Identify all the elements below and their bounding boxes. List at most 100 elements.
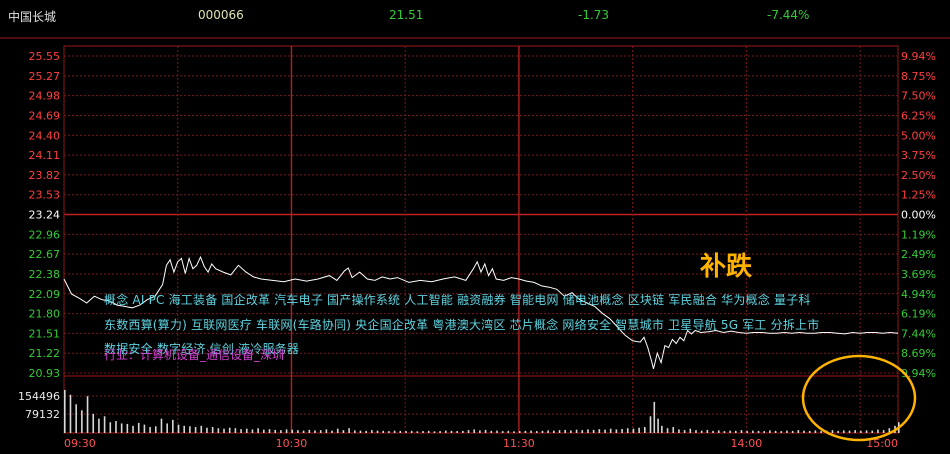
volume-bar	[706, 429, 709, 433]
volume-bar	[780, 431, 783, 433]
volume-bar	[524, 430, 527, 433]
volume-bar	[734, 430, 737, 433]
volume-bar	[860, 430, 862, 433]
volume-bar	[484, 429, 487, 433]
volume-bar	[291, 429, 294, 433]
price-tick-label: 22.67	[29, 248, 61, 261]
annotation-label: 补跌	[700, 252, 753, 282]
volume-bar	[808, 430, 811, 433]
volume-bar	[871, 430, 874, 433]
pct-tick-label: 7.44%	[901, 327, 936, 340]
volume-bar	[86, 396, 89, 433]
chart-background	[0, 0, 950, 454]
volume-bar	[206, 427, 208, 433]
volume-bar	[274, 429, 276, 433]
volume-bar	[444, 430, 447, 433]
pct-tick-label: 5.00%	[901, 129, 936, 142]
volume-bar	[416, 431, 419, 433]
price-tick-label: 25.55	[29, 50, 61, 63]
volume-bar	[797, 430, 800, 433]
price-tick-label: 24.11	[29, 149, 61, 162]
volume-bar	[814, 430, 817, 433]
volume-bar	[240, 429, 242, 433]
volume-bar	[615, 429, 618, 433]
volume-bar	[427, 430, 430, 433]
volume-bar	[644, 427, 646, 433]
volume-bar	[865, 430, 868, 433]
percent-change: -7.44%	[767, 8, 810, 22]
volume-bar	[774, 430, 777, 433]
volume-bar	[399, 430, 402, 433]
volume-bar	[211, 427, 214, 433]
volume-bar	[433, 431, 436, 433]
volume-bar	[64, 389, 66, 433]
time-tick-label: 14:00	[731, 437, 763, 450]
pct-tick-label: 6.19%	[901, 308, 936, 321]
volume-bar	[388, 431, 390, 433]
price-tick-label: 22.38	[29, 268, 61, 281]
volume-bar	[547, 430, 549, 433]
volume-bar	[501, 431, 504, 433]
volume-bar	[570, 430, 572, 433]
volume-bar	[763, 431, 766, 433]
volume-bar	[752, 430, 754, 433]
volume-bar	[331, 430, 333, 433]
volume-bar	[223, 428, 225, 433]
volume-bar	[314, 430, 316, 433]
volume-bar	[183, 425, 186, 433]
volume-bar	[371, 430, 373, 433]
volume-bar	[513, 431, 515, 433]
volume-bar	[746, 431, 748, 433]
volume-bar	[530, 430, 532, 433]
volume-bar	[285, 429, 288, 433]
volume-bar	[69, 394, 72, 433]
volume-bar	[365, 430, 367, 433]
volume-bar	[268, 429, 271, 433]
volume-bar	[553, 430, 555, 433]
volume-bar	[621, 428, 623, 433]
volume-bar	[757, 430, 760, 433]
volume-bar	[228, 427, 231, 433]
volume-bar	[558, 430, 561, 433]
sector-line: 行业：计算机设备_通信设备_深圳	[104, 348, 285, 362]
volume-bar	[382, 430, 385, 433]
volume-bar	[319, 430, 322, 433]
volume-bar	[109, 422, 112, 433]
volume-bar	[882, 430, 885, 433]
pct-tick-label: 1.19%	[901, 228, 936, 241]
volume-bar	[786, 430, 788, 433]
volume-bar	[166, 423, 168, 433]
price-tick-label: 21.22	[29, 347, 61, 360]
volume-bar	[723, 431, 726, 433]
price-change: -1.73	[578, 8, 610, 22]
time-tick-label: 09:30	[64, 437, 96, 450]
volume-bar	[854, 430, 857, 433]
volume-bar	[115, 421, 117, 433]
price-tick-label: 21.80	[29, 308, 61, 321]
pct-tick-label: 6.25%	[901, 109, 936, 122]
volume-bar	[843, 430, 845, 433]
time-tick-label: 10:30	[276, 437, 308, 450]
concept-line-1: 概念 AI PC 海工装备 国企改革 汽车电子 国产操作系统 人工智能 融资融券…	[104, 293, 811, 307]
concept-line-2: 东数西算(算力) 互联网医疗 车联网(车路协同) 央企国企改革 粤港澳大湾区 芯…	[104, 318, 820, 332]
pct-tick-label: 7.50%	[901, 90, 936, 103]
volume-bar	[604, 429, 606, 433]
price-tick-label: 23.53	[29, 189, 61, 202]
volume-bar	[541, 430, 544, 433]
volume-bar	[712, 430, 714, 433]
volume-bar	[638, 427, 640, 433]
volume-bar	[342, 430, 345, 433]
volume-bar	[740, 430, 743, 433]
volume-bar	[81, 410, 83, 433]
volume-bar	[405, 431, 407, 433]
pct-tick-label: 8.69%	[901, 347, 936, 360]
volume-bar	[189, 426, 191, 433]
volume-bar	[848, 430, 851, 433]
volume-bar	[877, 429, 879, 433]
volume-bar	[132, 425, 134, 433]
volume-bar	[376, 430, 379, 433]
price-tick-label: 21.51	[29, 327, 61, 340]
pct-tick-label: 2.50%	[901, 169, 936, 182]
volume-bar	[336, 428, 339, 433]
volume-bar	[626, 428, 629, 433]
